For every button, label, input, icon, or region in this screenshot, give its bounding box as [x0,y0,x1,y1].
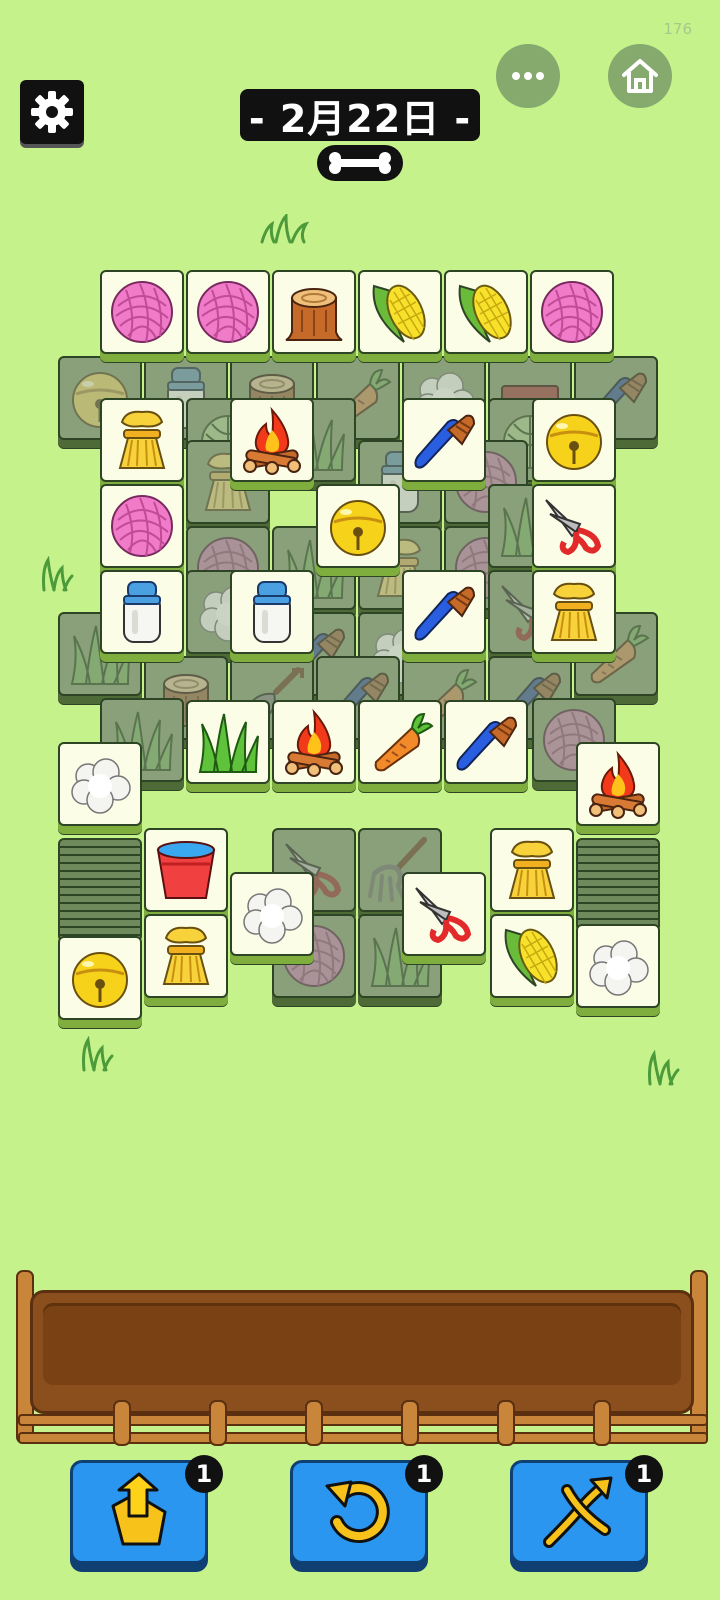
tile-shears[interactable] [402,872,486,956]
tile-brush[interactable] [402,570,486,654]
tile-campfire[interactable] [576,742,660,826]
grass-decor-icon [82,1036,114,1072]
tile-yarn[interactable] [186,270,270,354]
tile-bell[interactable] [532,398,616,482]
tile-yarn[interactable] [530,270,614,354]
home-icon [622,59,658,93]
fence-post [113,1400,131,1446]
tile-bucket[interactable] [144,828,228,912]
gear-icon [31,91,73,133]
tile-bell[interactable] [58,936,142,1020]
level-badge [317,145,403,181]
tile-corn[interactable] [358,270,442,354]
more-options-button[interactable] [496,44,560,108]
take-out-button[interactable]: 1 [70,1455,223,1564]
tile-wheat[interactable] [532,570,616,654]
date-title: - 2月22日 - [240,89,480,141]
grass-decor-icon [42,556,74,592]
tile-bell[interactable] [316,484,400,568]
tile-brush[interactable] [402,398,486,482]
tile-grass[interactable] [186,700,270,784]
tile-yarn[interactable] [100,270,184,354]
tile-corn[interactable] [444,270,528,354]
tile-wheat[interactable] [490,828,574,912]
tile-shears[interactable] [532,484,616,568]
settings-button[interactable] [20,80,84,144]
tile-wheat[interactable] [144,914,228,998]
shuffle-button[interactable]: 1 [510,1455,663,1564]
home-button[interactable] [608,44,672,108]
tile-cotton[interactable] [576,924,660,1008]
corner-number: 176 [663,20,692,38]
tray-slots [43,1303,681,1385]
undo-button[interactable]: 1 [290,1455,443,1564]
tile-campfire[interactable] [272,700,356,784]
tile-stack-right [576,838,660,932]
tile-milk[interactable] [100,570,184,654]
tile-stump[interactable] [272,270,356,354]
tile-milk[interactable] [230,570,314,654]
tile-tray [30,1290,694,1414]
tile-cotton[interactable] [230,872,314,956]
fence-post [401,1400,419,1446]
take-out-count-badge: 1 [185,1455,223,1493]
tile-cotton[interactable] [58,742,142,826]
tile-corn[interactable] [490,914,574,998]
tile-stack-left [58,838,142,942]
fence-post [593,1400,611,1446]
bone-icon [329,152,391,174]
grass-decor-icon [260,214,310,244]
tile-campfire[interactable] [230,398,314,482]
fence-post [305,1400,323,1446]
undo-count-badge: 1 [405,1455,443,1493]
tile-carrot[interactable] [358,700,442,784]
undo-icon [325,1480,390,1544]
fence-post [497,1400,515,1446]
shuffle-count-badge: 1 [625,1455,663,1493]
tile-yarn[interactable] [100,484,184,568]
tile-wheat[interactable] [100,398,184,482]
grass-decor-icon [648,1050,680,1086]
more-icon [512,72,544,80]
fence-post [209,1400,227,1446]
tile-brush[interactable] [444,700,528,784]
take-out-icon [111,1472,167,1546]
shuffle-icon [543,1476,613,1548]
